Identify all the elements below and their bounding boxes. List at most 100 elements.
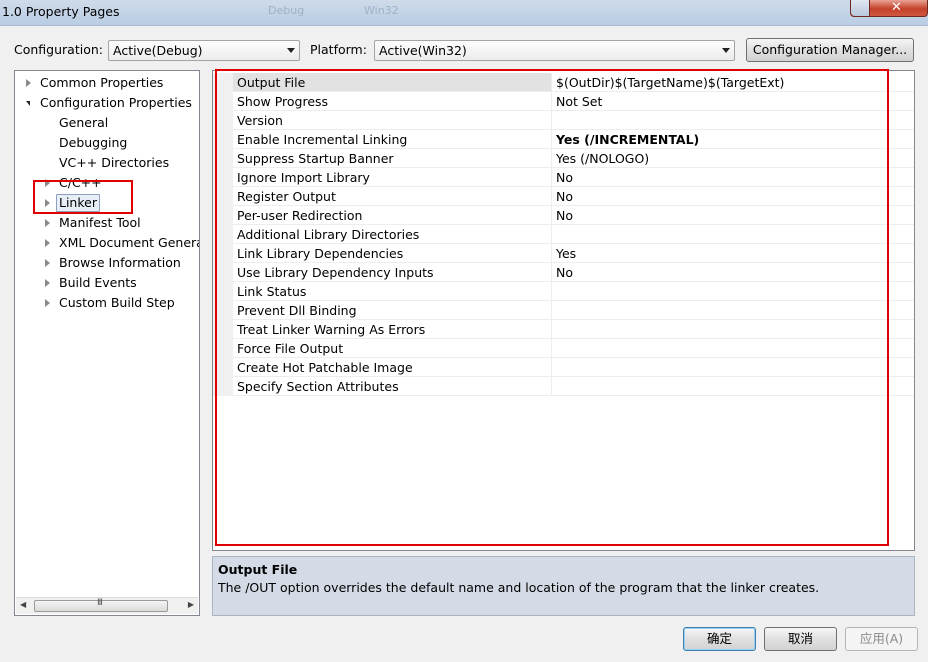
chevron-down-icon (287, 48, 295, 53)
property-value[interactable]: No (551, 206, 914, 225)
property-value[interactable]: Yes (/INCREMENTAL) (551, 130, 914, 149)
tree-item-label: Manifest Tool (59, 215, 141, 230)
ok-button[interactable]: 确定 (683, 627, 756, 651)
apply-button[interactable]: 应用(A) (845, 627, 918, 651)
property-row[interactable]: Link Library Dependencies Yes (213, 244, 914, 263)
platform-value: Active(Win32) (379, 43, 467, 58)
property-name: Create Hot Patchable Image (233, 358, 551, 377)
property-value[interactable] (551, 282, 914, 301)
property-value[interactable]: Not Set (551, 92, 914, 111)
row-gutter (213, 206, 233, 225)
configuration-dropdown[interactable]: Active(Debug) (108, 40, 300, 61)
row-gutter (213, 358, 233, 377)
background-tab-debug: Debug (268, 4, 305, 17)
property-row[interactable]: Force File Output (213, 339, 914, 358)
description-title: Output File (218, 562, 298, 577)
expand-arrow-icon[interactable] (45, 219, 50, 227)
property-row[interactable]: Create Hot Patchable Image (213, 358, 914, 377)
tree-item-label: Linker (56, 194, 100, 212)
property-name: Specify Section Attributes (233, 377, 551, 396)
property-row[interactable]: Suppress Startup Banner Yes (/NOLOGO) (213, 149, 914, 168)
property-value[interactable] (551, 358, 914, 377)
property-name: Show Progress (233, 92, 551, 111)
tree-item-label: Browse Information (59, 255, 181, 270)
collapse-arrow-icon[interactable] (26, 101, 30, 106)
tree-item-label: XML Document Generat (59, 235, 200, 250)
expand-arrow-icon[interactable] (45, 259, 50, 267)
tree-horizontal-scrollbar[interactable]: ◀ III ▶ (16, 597, 198, 614)
property-name: Ignore Import Library (233, 168, 551, 187)
property-value[interactable] (551, 301, 914, 320)
row-gutter (213, 111, 233, 130)
tree-item-label: General (59, 115, 109, 130)
close-button[interactable]: ✕ (850, 0, 928, 17)
property-row[interactable]: Prevent Dll Binding (213, 301, 914, 320)
description-panel: Output File The /OUT option overrides th… (212, 556, 915, 616)
property-value[interactable]: $(OutDir)$(TargetName)$(TargetExt) (551, 73, 914, 92)
property-name: Output File (233, 73, 551, 92)
row-gutter (213, 301, 233, 320)
tree-item-label: Build Events (59, 275, 137, 290)
category-tree[interactable]: Common Properties Configuration Propertie… (14, 70, 200, 616)
expand-arrow-icon[interactable] (45, 179, 50, 187)
cancel-button[interactable]: 取消 (764, 627, 837, 651)
property-row[interactable]: Link Status (213, 282, 914, 301)
property-name: Use Library Dependency Inputs (233, 263, 551, 282)
row-gutter (213, 187, 233, 206)
scroll-right-icon[interactable]: ▶ (188, 600, 194, 609)
property-name: Additional Library Directories (233, 225, 551, 244)
property-row[interactable]: Use Library Dependency Inputs No (213, 263, 914, 282)
expand-arrow-icon[interactable] (26, 79, 31, 87)
expand-arrow-icon[interactable] (45, 279, 50, 287)
row-gutter (213, 282, 233, 301)
property-value[interactable] (551, 339, 914, 358)
property-row[interactable]: Output File $(OutDir)$(TargetName)$(Targe… (213, 73, 914, 92)
expand-arrow-icon[interactable] (45, 239, 50, 247)
expand-arrow-icon[interactable] (45, 199, 50, 207)
configuration-value: Active(Debug) (113, 43, 203, 58)
row-gutter (213, 73, 233, 92)
property-value[interactable]: Yes (551, 244, 914, 263)
property-value[interactable] (551, 225, 914, 244)
property-row[interactable]: Enable Incremental Linking Yes (/INCREMEN… (213, 130, 914, 149)
property-row[interactable]: Show Progress Not Set (213, 92, 914, 111)
property-value[interactable]: No (551, 263, 914, 282)
property-name: Link Library Dependencies (233, 244, 551, 263)
expand-arrow-icon[interactable] (45, 299, 50, 307)
configuration-manager-button[interactable]: Configuration Manager... (746, 38, 914, 62)
window-title: 1.0 Property Pages (2, 4, 120, 19)
property-row[interactable]: Specify Section Attributes (213, 377, 914, 396)
property-name: Suppress Startup Banner (233, 149, 551, 168)
platform-dropdown[interactable]: Active(Win32) (374, 40, 735, 61)
background-tab-win32: Win32 (364, 4, 399, 17)
property-value[interactable]: No (551, 168, 914, 187)
property-value[interactable] (551, 111, 914, 130)
property-row[interactable]: Register Output No (213, 187, 914, 206)
tree-item-label: Configuration Properties (40, 95, 192, 110)
row-gutter (213, 339, 233, 358)
tree-item-label: C/C++ (59, 175, 102, 190)
property-row[interactable]: Ignore Import Library No (213, 168, 914, 187)
property-row[interactable]: Version (213, 111, 914, 130)
scroll-left-icon[interactable]: ◀ (20, 600, 26, 609)
tree-item-label: Common Properties (40, 75, 164, 90)
row-gutter (213, 320, 233, 339)
property-name: Enable Incremental Linking (233, 130, 551, 149)
platform-label: Platform: (310, 42, 367, 57)
row-gutter (213, 263, 233, 282)
property-value[interactable] (551, 320, 914, 339)
tree-item-label: VC++ Directories (59, 155, 170, 170)
property-name: Treat Linker Warning As Errors (233, 320, 551, 339)
property-value[interactable]: No (551, 187, 914, 206)
row-gutter (213, 149, 233, 168)
scrollbar-thumb[interactable]: III (34, 598, 168, 612)
property-row[interactable]: Additional Library Directories (213, 225, 914, 244)
property-row[interactable]: Per-user Redirection No (213, 206, 914, 225)
property-value[interactable]: Yes (/NOLOGO) (551, 149, 914, 168)
row-gutter (213, 377, 233, 396)
row-gutter (213, 92, 233, 111)
title-bar: 1.0 Property Pages Debug Win32 ✕ (0, 0, 928, 26)
property-grid[interactable]: Output File $(OutDir)$(TargetName)$(Targe… (212, 70, 915, 551)
property-row[interactable]: Treat Linker Warning As Errors (213, 320, 914, 339)
property-value[interactable] (551, 377, 914, 396)
